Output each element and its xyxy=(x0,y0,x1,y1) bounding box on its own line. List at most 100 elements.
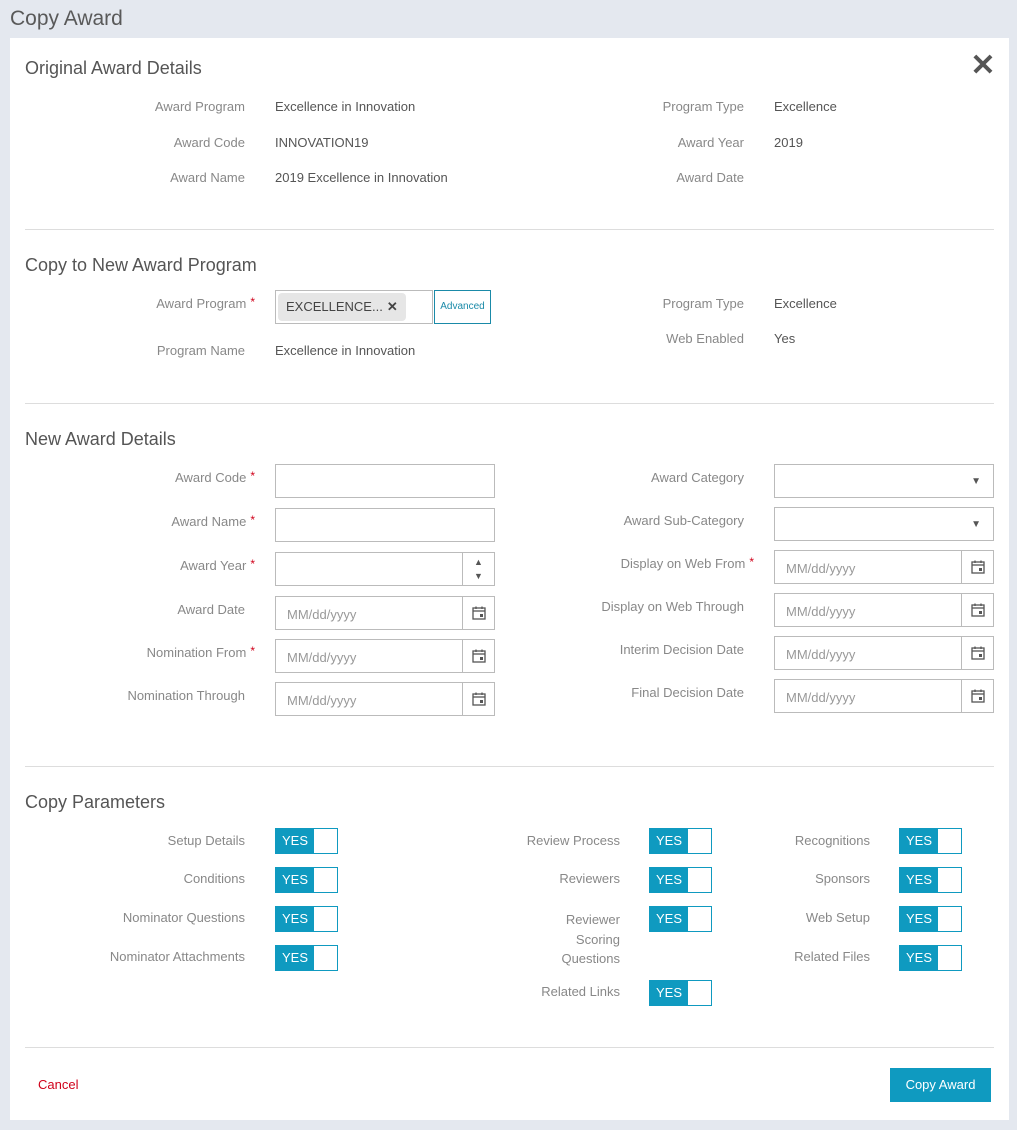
calendar-icon[interactable] xyxy=(961,594,993,626)
review-process-toggle[interactable]: YES xyxy=(649,828,712,854)
nominator-attachments-toggle[interactable]: YES xyxy=(275,945,338,971)
conditions-label: Conditions xyxy=(183,871,245,886)
stepper-down-icon[interactable]: ▼ xyxy=(463,569,494,583)
copy-award-program-label: Award Program * xyxy=(156,295,255,311)
date-placeholder: MM/dd/yyyy xyxy=(786,561,856,576)
dropdown-arrow-icon: ▼ xyxy=(971,476,981,487)
copy-award-button[interactable]: Copy Award xyxy=(890,1068,991,1102)
page-title: Copy Award xyxy=(10,7,123,30)
date-placeholder: MM/dd/yyyy xyxy=(786,690,856,705)
date-placeholder: MM/dd/yyyy xyxy=(786,604,856,619)
calendar-icon[interactable] xyxy=(961,680,993,712)
orig-award-year-label: Award Year xyxy=(677,135,744,150)
award-category-label: Award Category xyxy=(651,470,744,485)
nominator-attachments-label: Nominator Attachments xyxy=(109,949,245,964)
orig-award-program-label: Award Program xyxy=(154,99,245,114)
nominator-questions-toggle[interactable]: YES xyxy=(275,906,338,932)
calendar-icon[interactable] xyxy=(462,683,494,715)
nominator-questions-label: Nominator Questions xyxy=(122,910,245,925)
sponsors-toggle[interactable]: YES xyxy=(899,867,962,893)
display-through-input[interactable]: MM/dd/yyyy xyxy=(774,593,994,627)
cancel-button[interactable]: Cancel xyxy=(38,1077,78,1092)
copy-program-type-value: Excellence xyxy=(774,296,837,311)
award-code-label: Award Code * xyxy=(175,469,255,485)
award-subcategory-label: Award Sub-Category xyxy=(623,513,744,528)
award-program-select[interactable]: EXCELLENCE... ✕ xyxy=(275,290,433,324)
copy-program-type-label: Program Type xyxy=(662,296,744,311)
final-decision-label: Final Decision Date xyxy=(631,685,744,700)
orig-award-year-value: 2019 xyxy=(774,135,803,150)
award-year-input[interactable]: ▲ ▼ xyxy=(275,552,495,586)
reviewers-toggle[interactable]: YES xyxy=(649,867,712,893)
award-date-input[interactable]: MM/dd/yyyy xyxy=(275,596,495,630)
date-placeholder: MM/dd/yyyy xyxy=(287,693,357,708)
stepper-up-icon[interactable]: ▲ xyxy=(463,555,494,569)
dropdown-arrow-icon: ▼ xyxy=(971,519,981,530)
orig-award-code-value: INNOVATION19 xyxy=(275,135,369,150)
web-setup-label: Web Setup xyxy=(805,910,870,925)
setup-details-label: Setup Details xyxy=(167,833,245,848)
web-enabled-label: Web Enabled xyxy=(666,331,744,346)
nomination-through-input[interactable]: MM/dd/yyyy xyxy=(275,682,495,716)
award-code-input[interactable] xyxy=(275,464,495,498)
copy-to-section-title: Copy to New Award Program xyxy=(25,255,257,275)
award-date-label: Award Date xyxy=(177,602,245,617)
calendar-icon[interactable] xyxy=(462,597,494,629)
orig-award-name-label: Award Name xyxy=(170,170,245,185)
orig-award-code-label: Award Code xyxy=(173,135,245,150)
divider xyxy=(25,1047,994,1048)
calendar-icon[interactable] xyxy=(462,640,494,672)
recognitions-toggle[interactable]: YES xyxy=(899,828,962,854)
review-process-label: Review Process xyxy=(526,833,620,848)
nomination-from-input[interactable]: MM/dd/yyyy xyxy=(275,639,495,673)
date-placeholder: MM/dd/yyyy xyxy=(287,607,357,622)
related-links-label: Related Links xyxy=(541,984,620,999)
date-placeholder: MM/dd/yyyy xyxy=(786,647,856,662)
orig-award-name-value: 2019 Excellence in Innovation xyxy=(275,170,448,185)
display-from-input[interactable]: MM/dd/yyyy xyxy=(774,550,994,584)
related-files-toggle[interactable]: YES xyxy=(899,945,962,971)
final-decision-input[interactable]: MM/dd/yyyy xyxy=(774,679,994,713)
award-name-input[interactable] xyxy=(275,508,495,542)
divider xyxy=(25,766,994,767)
interim-decision-input[interactable]: MM/dd/yyyy xyxy=(774,636,994,670)
year-stepper[interactable]: ▲ ▼ xyxy=(462,553,494,585)
calendar-icon[interactable] xyxy=(961,637,993,669)
divider xyxy=(25,229,994,230)
related-files-label: Related Files xyxy=(794,949,870,964)
nomination-from-label: Nomination From * xyxy=(146,644,255,660)
reviewers-label: Reviewers xyxy=(559,871,620,886)
orig-program-type-label: Program Type xyxy=(662,99,744,114)
params-section-title: Copy Parameters xyxy=(25,792,166,812)
close-icon[interactable]: ✕ xyxy=(969,51,997,81)
nomination-through-label: Nomination Through xyxy=(127,688,245,703)
calendar-icon[interactable] xyxy=(961,551,993,583)
new-details-section-title: New Award Details xyxy=(25,429,176,449)
divider xyxy=(25,403,994,404)
recognitions-label: Recognitions xyxy=(794,833,870,848)
reviewer-scoring-toggle[interactable]: YES xyxy=(649,906,712,932)
sponsors-label: Sponsors xyxy=(815,871,870,886)
setup-details-toggle[interactable]: YES xyxy=(275,828,338,854)
date-placeholder: MM/dd/yyyy xyxy=(287,650,357,665)
orig-program-type-value: Excellence xyxy=(774,99,837,114)
award-year-label: Award Year * xyxy=(180,557,255,573)
advanced-button[interactable]: Advanced xyxy=(434,290,491,324)
interim-decision-label: Interim Decision Date xyxy=(619,642,744,657)
copy-award-modal: ✕ Original Award Details Award Program E… xyxy=(10,38,1009,1120)
display-from-label: Display on Web From * xyxy=(620,555,754,571)
orig-award-program-value: Excellence in Innovation xyxy=(275,99,416,114)
display-through-label: Display on Web Through xyxy=(601,599,744,614)
web-enabled-value: Yes xyxy=(774,331,796,346)
conditions-toggle[interactable]: YES xyxy=(275,867,338,893)
web-setup-toggle[interactable]: YES xyxy=(899,906,962,932)
related-links-toggle[interactable]: YES xyxy=(649,980,712,1006)
program-name-value: Excellence in Innovation xyxy=(275,343,416,358)
orig-award-date-label: Award Date xyxy=(676,170,744,185)
original-section-title: Original Award Details xyxy=(25,58,202,78)
reviewer-scoring-questions-label: Reviewer Scoring Questions xyxy=(561,912,620,966)
award-category-select[interactable]: ▼ xyxy=(774,464,994,498)
remove-tag-icon[interactable]: ✕ xyxy=(387,299,398,314)
award-name-label: Award Name * xyxy=(171,513,255,529)
award-subcategory-select[interactable]: ▼ xyxy=(774,507,994,541)
